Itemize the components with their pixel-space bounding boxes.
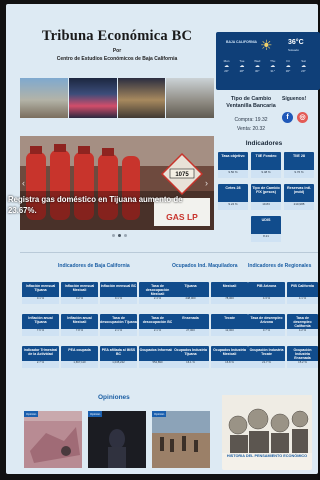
maquila-cell[interactable]: Mexicali 78,000 <box>211 282 248 304</box>
instagram-icon[interactable]: ◎ <box>297 112 308 123</box>
hero-photo-2 <box>68 78 117 118</box>
brand-por: Por <box>112 48 122 54</box>
opinion-image <box>24 411 82 468</box>
slider-dot[interactable] <box>112 234 115 237</box>
opinion-card[interactable]: Opinión <box>24 411 82 468</box>
weather-widget[interactable]: BAJA CALIFORNIA ☀ 36°C Soleado Mon ☁ 29° T… <box>216 32 320 90</box>
opinions-title: Opiniones <box>98 394 130 401</box>
hero-photo-4 <box>166 78 214 118</box>
indicator-box[interactable]: Tipo de Cambio FIX (pesos) 19.83 <box>251 184 281 210</box>
forecast-day: Sat ☁ 29° <box>297 59 310 74</box>
opinion-tag: Opinión <box>24 411 39 417</box>
regionales-cell[interactable]: Tasa de desempleo California 4.2 % <box>287 314 318 336</box>
forecast-day: Tue ☁ 28° <box>235 59 248 74</box>
indicators-title: Indicadores <box>245 140 283 147</box>
slider-dot-active[interactable] <box>118 234 121 237</box>
indicator-box[interactable]: TIIE Fondeo 9.48 % <box>251 152 281 178</box>
book-card[interactable]: HISTORIA DEL PENSAMIENTO ECONÓMICO <box>222 395 312 470</box>
slider-dot[interactable] <box>124 234 127 237</box>
opinion-image <box>88 411 146 468</box>
opinion-card[interactable]: Opinión <box>152 411 210 468</box>
indicator-box[interactable]: UDIS 8.21 <box>251 216 281 242</box>
brand-org: Centro de Estudios Económicos de Baja Ca… <box>56 56 178 62</box>
site-header: Tribuna Económica BC Por Centro de Estud… <box>20 28 214 76</box>
opinion-card[interactable]: Opinión <box>88 411 146 468</box>
weather-desc: Soleado <box>288 48 300 52</box>
slider-next-icon[interactable]: › <box>205 178 213 188</box>
regional-cell[interactable]: PEA afiliada al IMSS BC 1,045,222 <box>100 346 137 368</box>
book-caption[interactable]: HISTORIA DEL PENSAMIENTO ECONÓMICO <box>222 454 312 459</box>
opinion-tag: Opinión <box>152 411 167 417</box>
book-illustration <box>222 395 312 453</box>
regional-cell[interactable]: PEA ocupada 1,667,110 <box>61 346 98 368</box>
indicator-box[interactable]: TIIE 28 9.76 % <box>284 152 314 178</box>
site-brand[interactable]: Tribuna Económica BC <box>20 28 214 45</box>
section-maquila-title[interactable]: Ocupados Ind. Maquiladora <box>172 263 238 269</box>
regional-cell[interactable]: Tasa de desocupación BC 2.1 % <box>139 314 176 336</box>
regional-cell[interactable]: Inflación anual Tijuana 7.6 % <box>22 314 59 336</box>
regionales-cell[interactable]: Tasa de desempleo Arizona 3.7 % <box>248 314 285 336</box>
follow-label: Síguenos! <box>282 96 307 102</box>
weather-city: BAJA CALIFORNIA <box>226 40 257 44</box>
section-regionales-title[interactable]: Indicadores de Regionales <box>248 263 311 269</box>
forecast-day: Thu ☁ 31° <box>266 59 279 74</box>
weather-temp: 36°C <box>288 39 304 46</box>
hero-photo-strip <box>20 78 214 118</box>
regional-cell[interactable]: Inflación mensual Tijuana 0.1 % <box>22 282 59 304</box>
exchange-title: Tipo de Cambio Ventanilla Bancaria <box>226 96 276 109</box>
forecast-day: Wed ☁ 30° <box>251 59 264 74</box>
regionales-cell[interactable]: Ocupación Industria Tecate 21.7 % <box>248 346 285 368</box>
slider-prev-icon[interactable]: ‹ <box>22 178 30 188</box>
regionales-cell[interactable]: PIB Arizona 4.3 % <box>248 282 285 304</box>
indicator-box[interactable]: Tasa objetivo 9.50 % <box>218 152 248 178</box>
opinion-image <box>152 411 210 468</box>
forecast-day: Fri ☁ 30° <box>282 59 295 74</box>
exchange-buy: Compra: 19.32 <box>234 117 268 123</box>
regionales-cell[interactable]: Ocupación Industria Ensenada 15.2 % <box>287 346 318 368</box>
slider-dots <box>112 234 127 237</box>
section-regional-title[interactable]: Indicadores de Baja California <box>58 263 130 269</box>
news-caption[interactable]: Registra gas doméstico en Tijuana aument… <box>8 195 188 216</box>
sign-number: 1075 <box>175 172 189 178</box>
indicator-box[interactable]: Cetes 28 9.24 % <box>218 184 248 210</box>
regional-cell[interactable]: Tasa de desocupación Tijuana 2.1 % <box>100 314 137 336</box>
regional-cell[interactable]: Inflación mensual BC 0.1 % <box>100 282 137 304</box>
sun-icon: ☀ <box>260 37 273 53</box>
hero-photo-1 <box>20 78 68 118</box>
regional-cell[interactable]: Indicador Trimestral de la Actividad 2.7 … <box>22 346 59 368</box>
regional-cell[interactable]: Inflación anual Mexicali 7.8 % <box>61 314 98 336</box>
maquila-cell[interactable]: Tecate 12,000 <box>211 314 248 336</box>
maquila-cell[interactable]: Ocupados Industria Tijuana 16.1 % <box>172 346 209 368</box>
section-divider <box>20 252 318 253</box>
hero-photo-3 <box>117 78 166 118</box>
maquila-cell[interactable]: Ensenada 27,000 <box>172 314 209 336</box>
regional-cell[interactable]: Ocupados Informales 554,890 <box>139 346 176 368</box>
forecast-day: Mon ☁ 29° <box>220 59 233 74</box>
facebook-icon[interactable]: f <box>282 112 293 123</box>
regional-cell[interactable]: Tasa de desocupación Mexicali 2.4 % <box>139 282 176 304</box>
exchange-sell: Venta: 20.32 <box>236 126 266 132</box>
maquila-cell[interactable]: Ocupados Industria Mexicali 16.8 % <box>211 346 248 368</box>
weather-forecast: Mon ☁ 29° Tue ☁ 28° Wed ☁ 30° Thu ☁ 31° Fri ☁ 30° … <box>220 59 310 74</box>
indicator-box[interactable]: Reservas intl. (mdd) 210,988 <box>284 184 314 210</box>
regionales-cell[interactable]: PIB California 4.1 % <box>287 282 318 304</box>
opinion-tag: Opinión <box>88 411 103 417</box>
maquila-cell[interactable]: Tijuana 248,000 <box>172 282 209 304</box>
regional-cell[interactable]: Inflación mensual Mexicali 0.2 % <box>61 282 98 304</box>
